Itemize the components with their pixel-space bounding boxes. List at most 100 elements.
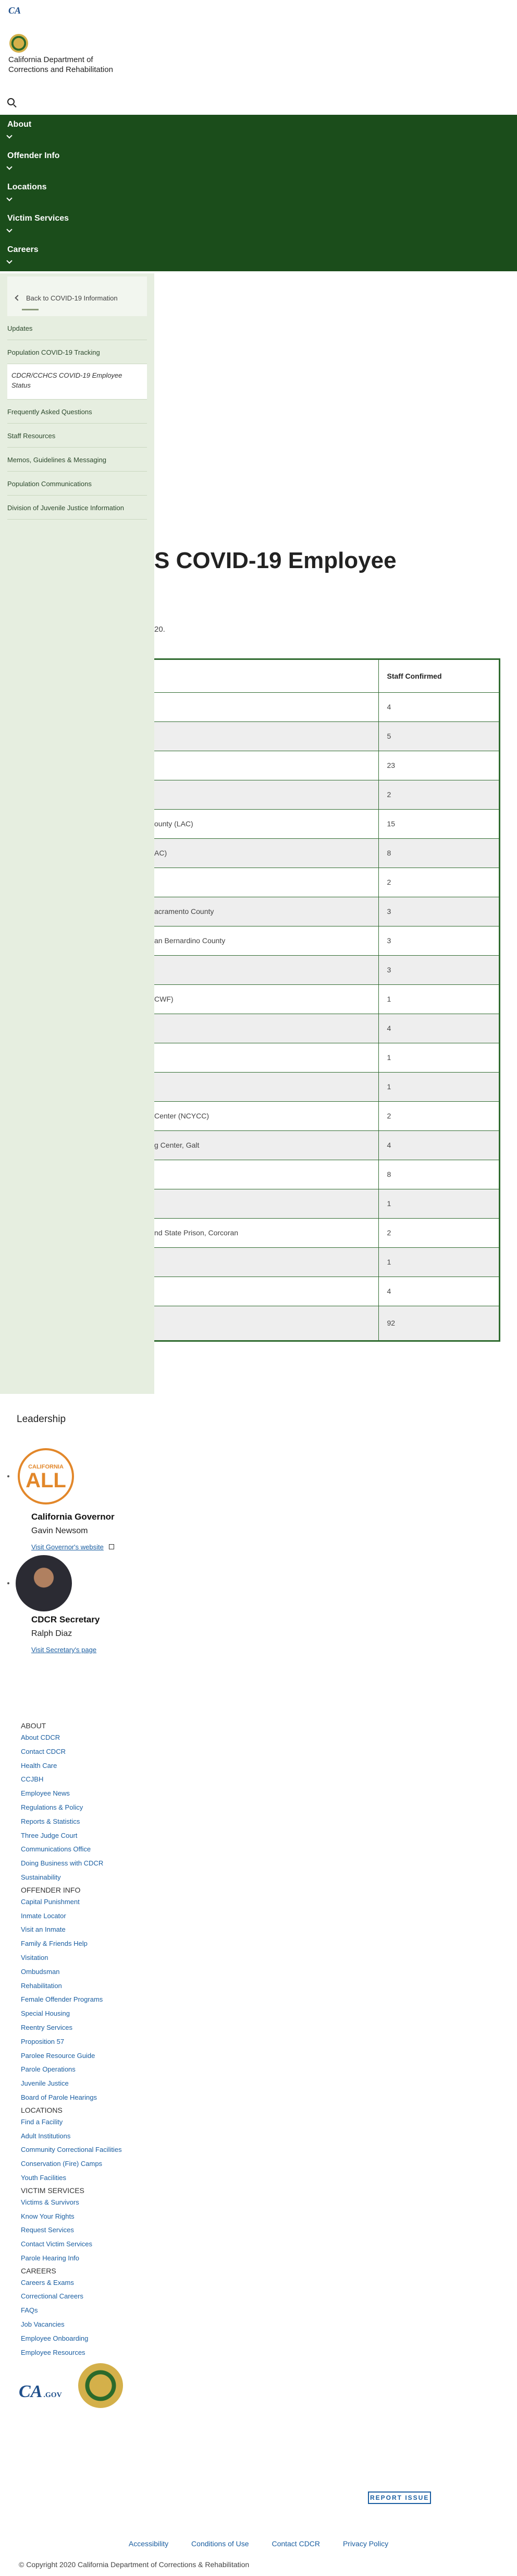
sidebar-item-faq[interactable]: Frequently Asked Questions — [7, 400, 147, 424]
sidebar-item-updates[interactable]: Updates — [7, 316, 147, 340]
external-link-icon — [108, 1544, 114, 1549]
governor-avatar: CALIFORNIA ALL — [18, 1448, 74, 1504]
table-row: 4 — [154, 1014, 499, 1043]
nav-item-offender-info[interactable]: Offender Info — [0, 146, 517, 177]
department-name[interactable]: California Department of Corrections and… — [8, 55, 128, 75]
footer-link[interactable]: Reentry Services — [21, 2021, 281, 2035]
ca-gov-text: CA — [19, 2382, 43, 2401]
cdcr-seal-icon[interactable] — [9, 34, 28, 53]
nav-item-victim-services[interactable]: Victim Services — [0, 209, 517, 240]
table-body: 4 5 23 2 ounty (LAC) 15 AC) 8 2 acramento County 3… — [154, 692, 499, 1340]
chevron-down-icon — [6, 164, 13, 170]
footer-link[interactable]: Board of Parole Hearings — [21, 2091, 281, 2105]
cell-staff-confirmed: 2 — [378, 780, 499, 810]
footer-link[interactable]: Visit an Inmate — [21, 1923, 281, 1937]
footer-link[interactable]: Female Offender Programs — [21, 1993, 281, 2007]
footer-link[interactable]: Know Your Rights — [21, 2210, 281, 2224]
footer-link[interactable]: Family & Friends Help — [21, 1937, 281, 1951]
sidebar-item-population-communications[interactable]: Population Communications — [7, 472, 147, 496]
cell-location: an Bernardino County — [154, 926, 379, 956]
footer-link[interactable]: Communications Office — [21, 1843, 281, 1857]
badge-main-text: ALL — [26, 1469, 66, 1492]
cell-location: CWF) — [154, 984, 379, 1014]
footer-link[interactable]: Doing Business with CDCR — [21, 1857, 281, 1871]
footer-link[interactable]: Regulations & Policy — [21, 1801, 281, 1815]
nav-item-locations[interactable]: Locations — [0, 177, 517, 209]
table-row: Center (NCYCC) 2 — [154, 1101, 499, 1131]
footer-link[interactable]: Contact CDCR — [21, 1745, 281, 1759]
footer-link[interactable]: Health Care — [21, 1759, 281, 1773]
footer-link[interactable]: Visitation — [21, 1951, 281, 1965]
footer-link[interactable]: CCJBH — [21, 1773, 281, 1787]
footer-link[interactable]: Parolee Resource Guide — [21, 2049, 281, 2063]
sidebar-item-memos[interactable]: Memos, Guidelines & Messaging — [7, 448, 147, 472]
footer-link[interactable]: Ombudsman — [21, 1965, 281, 1979]
footer-link[interactable]: Careers & Exams — [21, 2276, 281, 2290]
report-issue-button[interactable]: REPORT ISSUE — [368, 2491, 432, 2504]
site-header: CA California Department of Corrections … — [0, 0, 517, 94]
governor-website-link[interactable]: Visit Governor's website — [31, 1543, 114, 1551]
table-row: CWF) 1 — [154, 984, 499, 1014]
sidebar-item-staff-resources[interactable]: Staff Resources — [7, 424, 147, 448]
table-row: 1 — [154, 1072, 499, 1102]
footer-link[interactable]: Inmate Locator — [21, 1909, 281, 1923]
state-seal-icon[interactable] — [78, 2363, 123, 2408]
secretary-name: Ralph Diaz — [31, 1629, 72, 1638]
accessibility-link[interactable]: Accessibility — [129, 2539, 168, 2548]
cell-location — [154, 1277, 379, 1306]
footer-link[interactable]: Three Judge Court — [21, 1829, 281, 1843]
footer-link[interactable]: Rehabilitation — [21, 1979, 281, 1993]
sidebar-item-djj-information[interactable]: Division of Juvenile Justice Information — [7, 496, 147, 520]
sidebar-item-employee-status[interactable]: CDCR/CCHCS COVID-19 Employee Status — [7, 364, 147, 400]
footer-link[interactable]: About CDCR — [21, 1731, 281, 1745]
secretary-avatar — [16, 1555, 72, 1611]
footer-link[interactable]: Employee Onboarding — [21, 2332, 281, 2346]
table-row: acramento County 3 — [154, 897, 499, 926]
footer-link[interactable]: Request Services — [21, 2223, 281, 2237]
footer-link[interactable]: Conservation (Fire) Camps — [21, 2157, 281, 2171]
sidebar-item-population-tracking[interactable]: Population COVID-19 Tracking — [7, 340, 147, 364]
table-row: 4 — [154, 692, 499, 722]
footer-link[interactable]: Employee News — [21, 1787, 281, 1801]
footer-link[interactable]: Special Housing — [21, 2007, 281, 2021]
footer-link[interactable]: Sustainability — [21, 1871, 281, 1885]
contact-cdcr-link[interactable]: Contact CDCR — [272, 2539, 320, 2548]
footer-link[interactable]: Victims & Survivors — [21, 2196, 281, 2210]
table-row: 1 — [154, 1247, 499, 1277]
back-to-covid-link[interactable]: Back to COVID-19 Information — [7, 276, 147, 316]
footer-link[interactable]: Youth Facilities — [21, 2171, 281, 2185]
ca-gov-footer-logo[interactable]: CA .GOV — [19, 2382, 62, 2402]
cell-location: nd State Prison, Corcoran — [154, 1218, 379, 1248]
nav-item-about[interactable]: About — [0, 115, 517, 146]
cell-location: g Center, Galt — [154, 1130, 379, 1160]
cell-staff-confirmed: 2 — [378, 1218, 499, 1248]
footer-link[interactable]: Capital Punishment — [21, 1895, 281, 1909]
nav-item-careers[interactable]: Careers — [0, 240, 517, 271]
footer-link[interactable]: Find a Facility — [21, 2115, 281, 2129]
footer-link[interactable]: Contact Victim Services — [21, 2237, 281, 2252]
ca-gov-logo[interactable]: CA — [8, 5, 509, 16]
cell-location — [154, 955, 379, 985]
footer-link[interactable]: Proposition 57 — [21, 2035, 281, 2049]
footer-link[interactable]: Job Vacancies — [21, 2318, 281, 2332]
search-icon[interactable] — [7, 98, 15, 105]
footer-link[interactable]: Community Correctional Facilities — [21, 2143, 281, 2157]
footer-link[interactable]: Reports & Statistics — [21, 1815, 281, 1829]
footer-link[interactable]: Employee Resources — [21, 2346, 281, 2360]
cell-location — [154, 1306, 379, 1340]
nav-label: Careers — [7, 245, 39, 254]
conditions-of-use-link[interactable]: Conditions of Use — [191, 2539, 249, 2548]
footer-link[interactable]: Adult Institutions — [21, 2129, 281, 2144]
footer-link[interactable]: Juvenile Justice — [21, 2077, 281, 2091]
secretary-page-link[interactable]: Visit Secretary's page — [31, 1646, 96, 1654]
footer-link[interactable]: Parole Operations — [21, 2063, 281, 2077]
footer-link[interactable]: Correctional Careers — [21, 2290, 281, 2304]
table-row: ounty (LAC) 15 — [154, 809, 499, 839]
cell-staff-confirmed: 4 — [378, 1277, 499, 1306]
chevron-left-icon — [15, 295, 21, 301]
cell-location: Center (NCYCC) — [154, 1101, 379, 1131]
footer-link[interactable]: Parole Hearing Info — [21, 2252, 281, 2266]
footer-link[interactable]: FAQs — [21, 2304, 281, 2318]
nav-label: Locations — [7, 183, 47, 191]
privacy-policy-link[interactable]: Privacy Policy — [343, 2539, 388, 2548]
